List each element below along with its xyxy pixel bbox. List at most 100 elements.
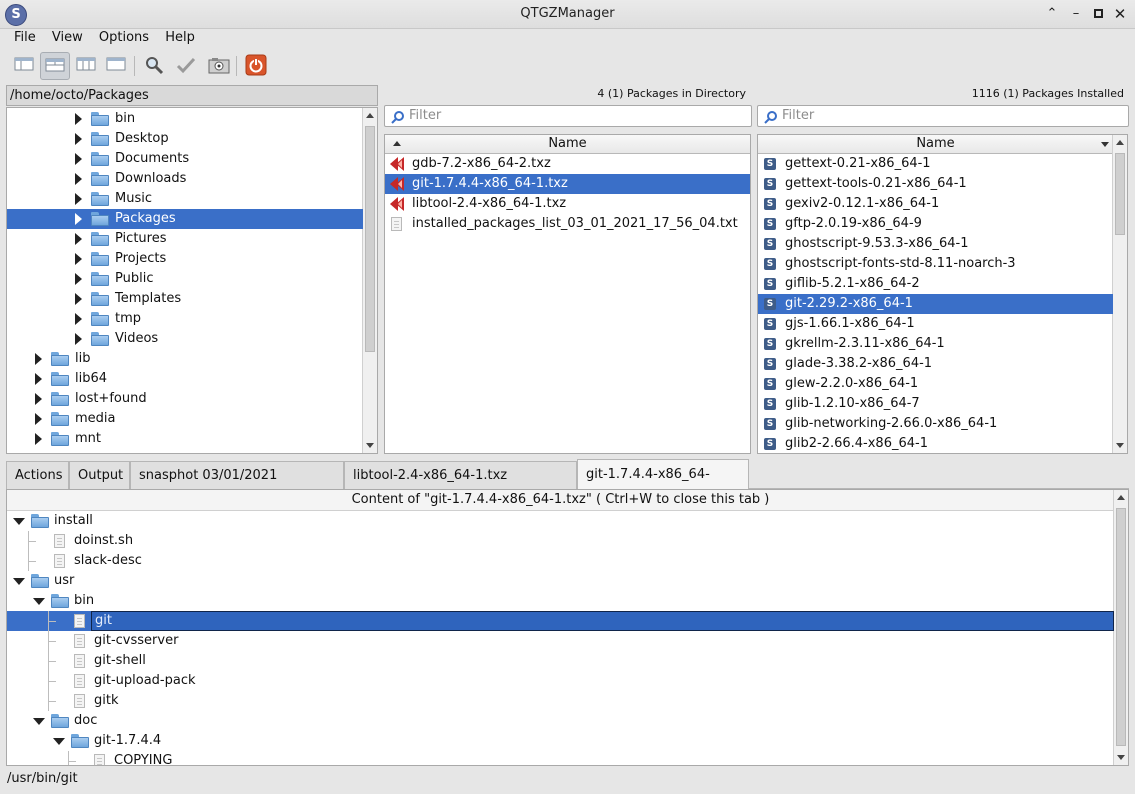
tree-item[interactable]: media: [7, 409, 363, 429]
expand-arrow-icon[interactable]: [75, 293, 82, 305]
chevron-up-icon[interactable]: ⌃: [1044, 6, 1060, 22]
package-row[interactable]: installed_packages_list_03_01_2021_17_56…: [385, 214, 750, 234]
expand-arrow-icon[interactable]: [35, 373, 42, 385]
maximize-view-button[interactable]: [102, 52, 130, 78]
path-field[interactable]: /home/octo/Packages: [6, 85, 378, 106]
tree-item[interactable]: lib: [7, 349, 363, 369]
installed-package-row[interactable]: Sgftp-2.0.19-x86_64-9: [758, 214, 1113, 234]
minimize-button[interactable]: –: [1068, 6, 1084, 22]
name-column-header[interactable]: Name: [758, 135, 1113, 154]
content-tree-item[interactable]: git-shell: [7, 651, 1114, 671]
split-view-button[interactable]: [40, 52, 70, 80]
expand-arrow-icon[interactable]: [75, 333, 82, 345]
content-tree-item[interactable]: git: [7, 611, 1114, 631]
content-tree-item[interactable]: COPYING: [7, 751, 1114, 765]
expand-arrow-icon[interactable]: [75, 173, 82, 185]
content-tree-item[interactable]: gitk: [7, 691, 1114, 711]
collapse-arrow-icon[interactable]: [13, 518, 25, 525]
expand-arrow-icon[interactable]: [75, 233, 82, 245]
tab-3[interactable]: snasphot 03/01/2021 17:56:04: [130, 461, 344, 511]
content-tree-item[interactable]: bin: [7, 591, 1114, 611]
installed-package-row[interactable]: Sglade-3.38.2-x86_64-1: [758, 354, 1113, 374]
tree-item[interactable]: Projects: [7, 249, 363, 269]
tree-item[interactable]: tmp: [7, 309, 363, 329]
show-tree-pane-button[interactable]: [10, 52, 38, 78]
check-button[interactable]: [172, 52, 200, 78]
content-tree-item[interactable]: doc: [7, 711, 1114, 731]
installed-package-row[interactable]: Sgexiv2-0.12.1-x86_64-1: [758, 194, 1113, 214]
package-row[interactable]: git-1.7.4.4-x86_64-1.txz: [385, 174, 750, 194]
tree-item[interactable]: Packages: [7, 209, 363, 229]
collapse-arrow-icon[interactable]: [33, 598, 45, 605]
tree-item[interactable]: Templates: [7, 289, 363, 309]
tab-4[interactable]: libtool-2.4-x86_64-1.txz DIFF(inst): [344, 461, 577, 511]
expand-arrow-icon[interactable]: [75, 273, 82, 285]
tab-5[interactable]: git-1.7.4.4-x86_64-1.txz: [577, 459, 749, 512]
tree-item[interactable]: Public: [7, 269, 363, 289]
content-tree-item[interactable]: install: [7, 511, 1114, 531]
tree-item[interactable]: lost+found: [7, 389, 363, 409]
tree-item[interactable]: Videos: [7, 329, 363, 349]
maximize-button[interactable]: [1090, 6, 1106, 22]
tab-1[interactable]: Actions: [6, 461, 69, 489]
menu-file[interactable]: File: [8, 29, 42, 47]
tree-item[interactable]: Downloads: [7, 169, 363, 189]
content-tree-item[interactable]: usr: [7, 571, 1114, 591]
menu-help[interactable]: Help: [159, 29, 201, 47]
tree-item[interactable]: Desktop: [7, 129, 363, 149]
installed-package-row[interactable]: Sgettext-tools-0.21-x86_64-1: [758, 174, 1113, 194]
expand-arrow-icon[interactable]: [75, 313, 82, 325]
package-row[interactable]: libtool-2.4-x86_64-1.txz: [385, 194, 750, 214]
expand-arrow-icon[interactable]: [35, 413, 42, 425]
expand-arrow-icon[interactable]: [75, 193, 82, 205]
filter-input-installed[interactable]: Filter: [757, 105, 1129, 127]
installed-package-row[interactable]: Sglew-2.2.0-x86_64-1: [758, 374, 1113, 394]
installed-package-row[interactable]: Sglib2-2.66.4-x86_64-1: [758, 434, 1113, 453]
exit-button[interactable]: [242, 52, 270, 78]
tree-item[interactable]: Pictures: [7, 229, 363, 249]
expand-arrow-icon[interactable]: [35, 393, 42, 405]
installed-scrollbar[interactable]: [1112, 135, 1127, 453]
installed-package-row[interactable]: Sghostscript-fonts-std-8.11-noarch-3: [758, 254, 1113, 274]
name-column-header[interactable]: Name: [385, 135, 750, 154]
installed-package-row[interactable]: Sgettext-0.21-x86_64-1: [758, 154, 1113, 174]
content-tree-item[interactable]: slack-desc: [7, 551, 1114, 571]
content-scrollbar[interactable]: [1113, 490, 1128, 765]
expand-arrow-icon[interactable]: [75, 213, 82, 225]
filter-input-directory[interactable]: Filter: [384, 105, 752, 127]
expand-arrow-icon[interactable]: [75, 153, 82, 165]
tree-item[interactable]: lib64: [7, 369, 363, 389]
tree-item[interactable]: mnt: [7, 429, 363, 449]
package-row[interactable]: gdb-7.2-x86_64-2.txz: [385, 154, 750, 174]
content-tree-item[interactable]: doinst.sh: [7, 531, 1114, 551]
snapshot-button[interactable]: [204, 52, 232, 78]
search-button[interactable]: [140, 52, 168, 78]
content-tree-item[interactable]: git-upload-pack: [7, 671, 1114, 691]
menu-view[interactable]: View: [46, 29, 89, 47]
tree-scrollbar[interactable]: [362, 108, 377, 453]
content-tree-item[interactable]: git-1.7.4.4: [7, 731, 1114, 751]
installed-package-row[interactable]: Sghostscript-9.53.3-x86_64-1: [758, 234, 1113, 254]
expand-arrow-icon[interactable]: [35, 433, 42, 445]
installed-package-row[interactable]: Sgjs-1.66.1-x86_64-1: [758, 314, 1113, 334]
expand-arrow-icon[interactable]: [75, 113, 82, 125]
collapse-arrow-icon[interactable]: [13, 578, 25, 585]
expand-arrow-icon[interactable]: [35, 353, 42, 365]
installed-package-row[interactable]: Sgiflib-5.2.1-x86_64-2: [758, 274, 1113, 294]
installed-package-row[interactable]: Sgit-2.29.2-x86_64-1: [758, 294, 1113, 314]
close-button[interactable]: ✕: [1112, 6, 1128, 22]
collapse-arrow-icon[interactable]: [33, 718, 45, 725]
installed-package-row[interactable]: Sglib-networking-2.66.0-x86_64-1: [758, 414, 1113, 434]
tree-item[interactable]: bin: [7, 109, 363, 129]
menu-options[interactable]: Options: [93, 29, 155, 47]
tab-2[interactable]: Output: [69, 461, 130, 489]
installed-package-row[interactable]: Sglib-1.2.10-x86_64-7: [758, 394, 1113, 414]
installed-package-row[interactable]: Sgkrellm-2.3.11-x86_64-1: [758, 334, 1113, 354]
tree-item[interactable]: Music: [7, 189, 363, 209]
tree-item[interactable]: Documents: [7, 149, 363, 169]
content-tree-item[interactable]: git-cvsserver: [7, 631, 1114, 651]
expand-arrow-icon[interactable]: [75, 253, 82, 265]
three-column-button[interactable]: [72, 52, 100, 78]
expand-arrow-icon[interactable]: [75, 133, 82, 145]
collapse-arrow-icon[interactable]: [53, 738, 65, 745]
